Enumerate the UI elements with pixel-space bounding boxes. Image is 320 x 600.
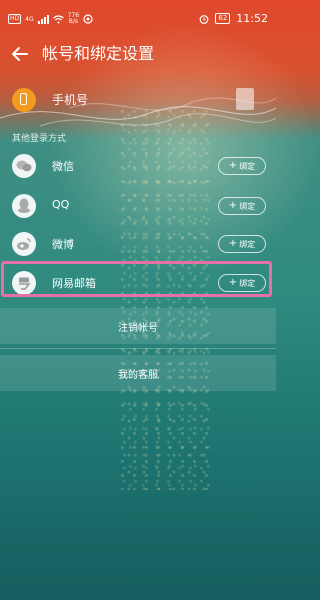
section-label-other-methods: 其他登录方式 — [12, 134, 67, 144]
plus-icon: + — [228, 238, 238, 249]
battery-icon: 62 — [215, 13, 231, 24]
cancel-account-button[interactable]: 注销帐号 — [0, 308, 276, 344]
signal-icon — [37, 14, 49, 24]
bind-button-wechat[interactable]: + 绑定 — [218, 157, 266, 175]
status-right: 62 11:52 — [199, 12, 268, 25]
hd-badge: HD — [8, 14, 22, 24]
bind-label: 绑定 — [239, 239, 256, 249]
weibo-icon — [12, 232, 36, 256]
wifi-icon — [52, 14, 64, 23]
status-left: HD 4G 776 B/s — [8, 13, 93, 25]
bind-button-weibo[interactable]: + 绑定 — [218, 235, 266, 253]
header: 帐号和绑定设置 — [0, 40, 276, 70]
cancel-account-label: 注销帐号 — [118, 322, 158, 334]
customer-service-label: 我的客服 — [118, 369, 158, 381]
account-label: 微博 — [52, 238, 74, 251]
phone-number-masked — [236, 88, 254, 110]
bind-label: 绑定 — [239, 201, 256, 211]
network-speed: 776 B/s — [68, 13, 79, 25]
plus-icon: + — [228, 160, 238, 171]
page-title: 帐号和绑定设置 — [42, 44, 155, 63]
phone-label: 手机号 — [52, 93, 89, 107]
account-label: 微信 — [52, 160, 74, 173]
bind-button-qq[interactable]: + 绑定 — [218, 197, 266, 215]
notification-icon — [83, 14, 93, 24]
customer-service-button[interactable]: 我的客服 — [0, 355, 276, 391]
divider — [0, 348, 276, 349]
account-label: QQ — [52, 198, 70, 211]
qq-icon — [12, 194, 36, 218]
account-row-weibo[interactable]: 微博 + 绑定 — [0, 224, 276, 264]
network-type: 4G — [25, 15, 34, 23]
account-row-wechat[interactable]: 微信 + 绑定 — [0, 146, 276, 186]
status-bar: HD 4G 776 B/s 62 11:52 — [0, 0, 276, 40]
speed-unit: B/s — [68, 18, 78, 25]
plus-icon: + — [228, 200, 238, 211]
wechat-icon — [12, 154, 36, 178]
phone-row[interactable]: 手机号 — [0, 80, 276, 120]
alarm-icon — [199, 14, 209, 24]
highlight-box — [1, 261, 272, 297]
phone-icon — [12, 88, 36, 112]
clock: 11:52 — [236, 12, 268, 25]
account-row-qq[interactable]: QQ + 绑定 — [0, 186, 276, 226]
bind-label: 绑定 — [239, 161, 256, 171]
back-arrow-icon[interactable] — [10, 44, 30, 64]
